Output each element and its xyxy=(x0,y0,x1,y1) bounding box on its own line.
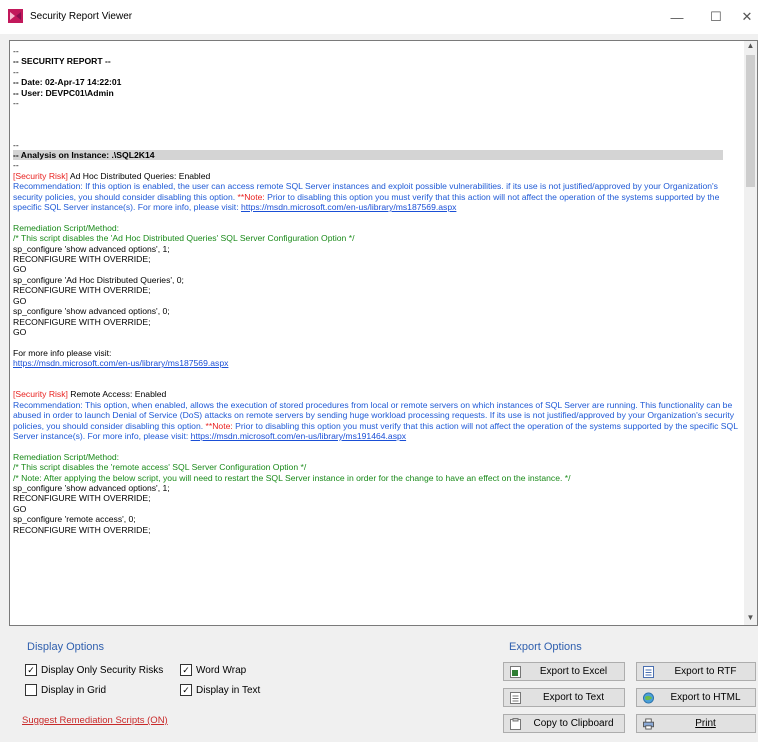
word-wrap-checkbox[interactable]: ✓ Word Wrap xyxy=(180,664,246,676)
remediation-script: sp_configure 'show advanced options', 1;… xyxy=(13,244,745,338)
remediation-comment: /* Note: After applying the below script… xyxy=(13,472,571,483)
script-line: GO xyxy=(13,503,27,514)
window-title: Security Report Viewer xyxy=(30,11,133,22)
script-line: RECONFIGURE WITH OVERRIDE; xyxy=(13,524,151,535)
recommendation-link[interactable]: https://msdn.microsoft.com/en-us/library… xyxy=(241,202,456,212)
app-icon xyxy=(8,9,23,23)
script-line: RECONFIGURE WITH OVERRIDE; xyxy=(13,285,151,296)
remediation-script: sp_configure 'show advanced options', 1;… xyxy=(13,483,745,535)
script-line: GO xyxy=(13,295,27,306)
script-line: RECONFIGURE WITH OVERRIDE; xyxy=(13,493,151,504)
checkbox-icon xyxy=(25,684,37,696)
globe-icon xyxy=(643,692,654,703)
report-line xyxy=(13,129,745,139)
display-in-text-checkbox[interactable]: ✓ Display in Text xyxy=(180,684,260,696)
export-rtf-button[interactable]: Export to RTF xyxy=(636,662,756,681)
risk-tag: [Security Risk] xyxy=(13,389,68,400)
risk-line: [Security Risk] Ad Hoc Distributed Queri… xyxy=(13,171,745,181)
scroll-down-icon[interactable]: ▼ xyxy=(744,613,757,625)
maximize-button[interactable]: ☐ xyxy=(701,4,731,30)
export-excel-button[interactable]: Export to Excel xyxy=(503,662,625,681)
checkbox-icon: ✓ xyxy=(25,664,37,676)
display-in-grid-checkbox[interactable]: Display in Grid xyxy=(25,684,106,696)
script-line: GO xyxy=(13,326,27,337)
minimize-button[interactable]: — xyxy=(662,4,692,30)
more-info-text: For more info please visit: xyxy=(13,347,112,358)
report-line: -- xyxy=(13,160,19,171)
scroll-thumb[interactable] xyxy=(746,55,755,187)
rtf-icon xyxy=(643,665,654,678)
text-file-icon xyxy=(510,691,521,704)
checkbox-icon: ✓ xyxy=(180,684,192,696)
vertical-scrollbar[interactable]: ▲ ▼ xyxy=(744,41,757,625)
risk-tag: [Security Risk] xyxy=(13,170,68,181)
script-line: sp_configure 'remote access', 0; xyxy=(13,514,136,525)
report-line: -- xyxy=(13,66,19,77)
export-html-button[interactable]: Export to HTML xyxy=(636,688,756,707)
script-line: RECONFIGURE WITH OVERRIDE; xyxy=(13,254,151,265)
print-button[interactable]: Print xyxy=(636,714,756,733)
script-line: sp_configure 'show advanced options', 1; xyxy=(13,243,170,254)
display-options-title: Display Options xyxy=(27,641,105,653)
risk-text: Ad Hoc Distributed Queries: Enabled xyxy=(67,170,211,181)
report-text-area[interactable]: -- -- SECURITY REPORT -- -- -- Date: 02-Apr… xyxy=(9,40,758,626)
scroll-up-icon[interactable]: ▲ xyxy=(744,41,757,53)
export-text-button[interactable]: Export to Text xyxy=(503,688,625,707)
report-line: -- xyxy=(13,139,19,150)
recommendation-text: Recommendation: This option, when enable… xyxy=(13,399,738,441)
recommendation-text: Recommendation: If this option is enable… xyxy=(13,181,720,213)
more-info-link[interactable]: https://msdn.microsoft.com/en-us/library… xyxy=(13,358,228,368)
remediation-title: Remediation Script/Method: xyxy=(13,451,120,462)
remediation-comment: /* This script disables the 'Ad Hoc Dist… xyxy=(13,233,355,244)
report-header: -- -- SECURITY REPORT -- -- -- Date: 02-Apr… xyxy=(13,46,745,171)
risk-line: [Security Risk] Remote Access: Enabled xyxy=(13,389,745,399)
risk-text: Remote Access: Enabled xyxy=(67,389,167,400)
checkbox-icon: ✓ xyxy=(180,664,192,676)
remediation-title: Remediation Script/Method: xyxy=(13,222,120,233)
script-line: sp_configure 'Ad Hoc Distributed Queries… xyxy=(13,274,184,285)
printer-icon xyxy=(643,718,654,729)
report-content: -- -- SECURITY REPORT -- -- -- Date: 02-Apr… xyxy=(13,46,745,535)
recommendation-link[interactable]: https://msdn.microsoft.com/en-us/library… xyxy=(191,431,406,441)
only-security-risks-checkbox[interactable]: ✓ Display Only Security Risks xyxy=(25,664,163,676)
report-line: -- SECURITY REPORT -- xyxy=(13,56,111,67)
report-line xyxy=(13,119,745,129)
export-options-title: Export Options xyxy=(509,641,582,653)
script-line: GO xyxy=(13,264,27,275)
remediation-comment: /* This script disables the 'remote acce… xyxy=(13,462,307,473)
report-line: -- xyxy=(13,46,19,56)
excel-icon xyxy=(510,665,521,678)
script-line: sp_configure 'show advanced options', 1; xyxy=(13,482,170,493)
close-button[interactable]: ✕ xyxy=(732,4,758,30)
report-line: -- xyxy=(13,98,19,109)
script-line: sp_configure 'show advanced options', 0; xyxy=(13,306,170,317)
copy-clipboard-button[interactable]: Copy to Clipboard xyxy=(503,714,625,733)
report-line xyxy=(13,108,745,118)
title-bar: Security Report Viewer — ☐ ✕ xyxy=(0,0,758,34)
report-line: -- Date: 02-Apr-17 14:22:01 xyxy=(13,77,122,88)
report-line: -- Analysis on Instance: .\SQL2K14 xyxy=(13,150,745,161)
suggest-remediation-link[interactable]: Suggest Remediation Scripts (ON) xyxy=(22,715,168,726)
report-line: -- User: DEVPC01\Admin xyxy=(13,87,114,98)
script-line: RECONFIGURE WITH OVERRIDE; xyxy=(13,316,151,327)
clipboard-icon xyxy=(510,717,521,730)
